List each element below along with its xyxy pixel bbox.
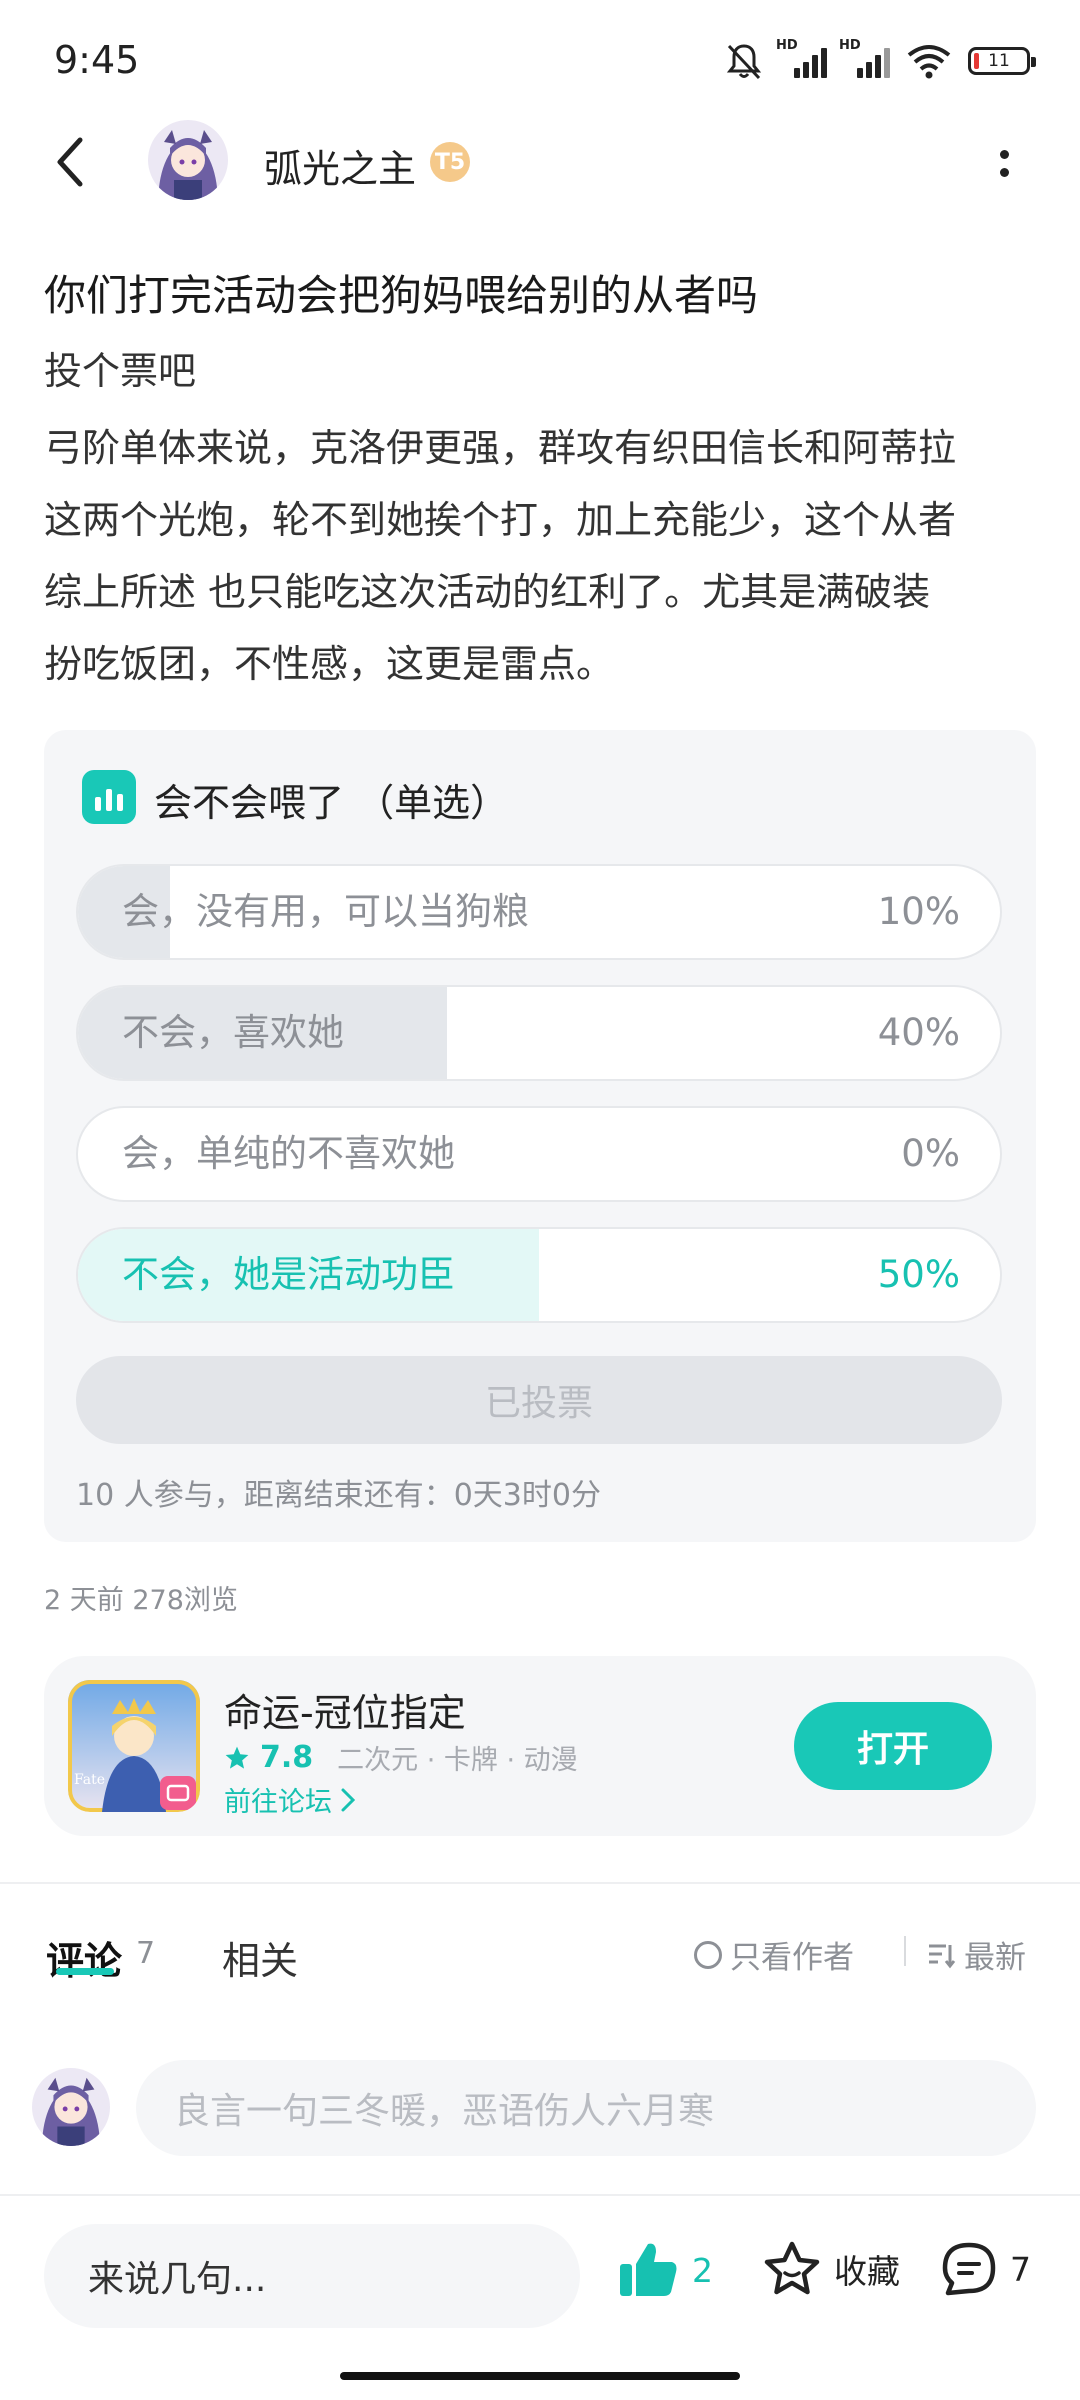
back-button[interactable]	[40, 124, 100, 200]
sort-label: 最新	[964, 1940, 1026, 1976]
post-body-line: 这两个光炮，轮不到她挨个打，加上充能少，这个从者	[44, 498, 957, 542]
poll-option[interactable]: 会，单纯的不喜欢她 0%	[76, 1106, 1002, 1202]
comment-input[interactable]: 良言一句三冬暖，恶语伤人六月寒	[136, 2060, 1036, 2156]
hd-label: HD	[776, 38, 798, 53]
more-options-button[interactable]	[984, 128, 1024, 198]
game-name[interactable]: 命运-冠位指定	[224, 1682, 466, 1737]
hd-label: HD	[839, 38, 861, 53]
sort-icon	[929, 1944, 956, 1968]
voted-button[interactable]: 已投票	[76, 1356, 1002, 1444]
thumbs-up-icon	[620, 2243, 677, 2296]
battery-icon: 11	[968, 47, 1036, 75]
status-icons: HD HD 11	[724, 38, 1036, 84]
chevron-right-icon	[341, 1788, 356, 1811]
game-icon[interactable]: Fate	[68, 1680, 200, 1812]
signal-1-icon: HD	[776, 38, 827, 78]
poll-option-label: 不会，她是活动功臣	[122, 1253, 455, 1296]
poll-option[interactable]: 会，没有用，可以当狗粮 10%	[76, 864, 1002, 960]
poll-option-label: 不会，喜欢她	[122, 1011, 344, 1054]
poll-option-label: 会，单纯的不喜欢她	[122, 1132, 455, 1175]
comments-button[interactable]: 7	[940, 2240, 1031, 2298]
open-game-button[interactable]: 打开	[794, 1702, 992, 1790]
game-tags: 二次元 · 卡牌 · 动漫	[337, 1745, 578, 1776]
radio-circle-icon	[694, 1940, 722, 1969]
post-body-line: 扮吃饭团，不性感，这更是雷点。	[44, 642, 615, 686]
favorite-button[interactable]: 收藏	[762, 2240, 900, 2298]
post-subtitle: 投个票吧	[44, 349, 197, 393]
post-body: 弓阶单体来说，克洛伊更强，群攻有织田信长和阿蒂拉 这两个光炮，轮不到她挨个打，加…	[44, 412, 1044, 700]
game-rating-row: 7.8 二次元 · 卡牌 · 动漫	[224, 1738, 578, 1777]
favorite-label: 收藏	[834, 2252, 900, 2291]
status-time: 9:45	[54, 38, 140, 82]
section-divider	[0, 1882, 1080, 1884]
battery-level: 11	[988, 51, 1010, 71]
tab-active-indicator	[56, 1968, 114, 1975]
poll-option-percent: 40%	[877, 1011, 960, 1054]
star-outline-icon	[764, 2241, 820, 2295]
dot	[999, 167, 1009, 177]
svg-text:Fate: Fate	[74, 1772, 105, 1788]
dot	[999, 149, 1009, 159]
post-body-line: 弓阶单体来说，克洛伊更强，群攻有织田信长和阿蒂拉	[44, 426, 957, 470]
poll-option-percent: 10%	[877, 890, 960, 933]
poll-option-percent: 0%	[901, 1132, 960, 1175]
bottom-bar-border	[0, 2194, 1080, 2196]
tab-comments[interactable]: 评论	[46, 1930, 122, 1985]
signal-2-icon: HD	[839, 38, 890, 78]
wifi-icon	[907, 45, 951, 79]
comment-bubble-icon	[942, 2242, 996, 2296]
rating-star-icon	[225, 1746, 249, 1769]
like-button[interactable]: 2	[618, 2240, 713, 2300]
home-indicator	[340, 2372, 740, 2380]
author-avatar[interactable]	[148, 120, 228, 200]
poll-option-label: 会，没有用，可以当狗粮	[122, 890, 529, 933]
level-badge: T5	[430, 142, 470, 182]
author-only-toggle[interactable]: 只看作者	[694, 1932, 854, 1977]
like-count: 2	[692, 2250, 713, 2290]
tab-related[interactable]: 相关	[222, 1930, 298, 1985]
author-only-label: 只看作者	[730, 1940, 854, 1976]
post-meta: 2 天前 278浏览	[44, 1585, 238, 1616]
bottom-comment-input[interactable]: 来说几句...	[44, 2224, 580, 2328]
poll-option[interactable]: 不会，她是活动功臣 50%	[76, 1227, 1002, 1323]
post-body-line: 综上所述 也只能吃这次活动的红利了。尤其是满破装	[44, 570, 931, 614]
game-score: 7.8	[260, 1740, 314, 1775]
separator	[904, 1936, 906, 1966]
poll-title: 会不会喂了 （单选）	[154, 781, 509, 825]
forum-link-label: 前往论坛	[224, 1787, 332, 1818]
poll-option-percent: 50%	[877, 1253, 960, 1296]
post-title: 你们打完活动会把狗妈喂给别的从者吗	[44, 271, 759, 320]
poll-option[interactable]: 不会，喜欢她 40%	[76, 985, 1002, 1081]
poll-chart-icon	[82, 770, 136, 824]
forum-link[interactable]: 前往论坛	[224, 1780, 356, 1819]
comment-count: 7	[136, 1936, 156, 1971]
poll-footer: 10 人参与，距离结束还有：0天3时0分	[76, 1478, 601, 1513]
back-arrow-icon	[57, 137, 83, 187]
author-name[interactable]: 弧光之主	[264, 138, 416, 193]
comments-count-bottom: 7	[1010, 2249, 1031, 2289]
mute-bell-icon	[726, 44, 762, 80]
user-avatar	[32, 2068, 110, 2146]
sort-button[interactable]: 最新	[926, 1932, 1026, 1977]
